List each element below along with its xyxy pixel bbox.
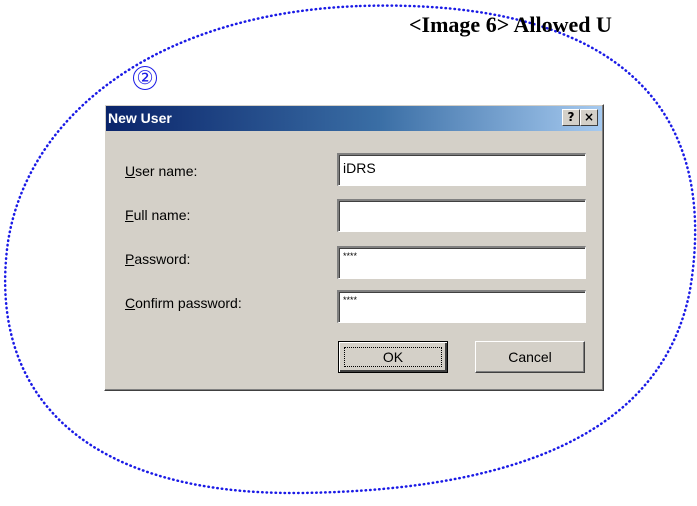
ok-button[interactable]: OK xyxy=(338,341,448,373)
full-name-label: Full name: xyxy=(125,207,190,223)
figure-caption: <Image 6> Allowed U xyxy=(409,12,612,37)
full-name-input[interactable] xyxy=(337,199,586,232)
close-button[interactable]: × xyxy=(580,109,598,126)
new-user-dialog: New User ? × User name: iDRS Full name: … xyxy=(104,104,604,391)
ok-button-label: OK xyxy=(382,349,404,365)
confirm-password-input[interactable]: **** xyxy=(337,290,586,323)
confirm-password-label-accesskey: C xyxy=(125,295,136,311)
user-name-input[interactable]: iDRS xyxy=(337,153,586,186)
confirm-password-label: Confirm password: xyxy=(125,295,242,311)
full-name-label-text: ull name: xyxy=(133,207,191,223)
step-marker: ② xyxy=(133,66,157,90)
cancel-button[interactable]: Cancel xyxy=(475,341,585,373)
password-label-text: assword: xyxy=(134,251,191,267)
confirm-password-label-text: onfirm password: xyxy=(135,295,242,311)
help-button[interactable]: ? xyxy=(562,109,580,126)
dialog-titlebar[interactable]: New User ? × xyxy=(106,106,602,131)
cancel-button-label: Cancel xyxy=(508,349,552,365)
user-name-label-accesskey: U xyxy=(125,163,136,179)
full-name-label-accesskey: F xyxy=(125,207,134,223)
user-name-label: User name: xyxy=(125,163,197,179)
dialog-title: New User xyxy=(108,110,172,126)
password-input[interactable]: **** xyxy=(337,246,586,279)
user-name-label-text: ser name: xyxy=(135,163,198,179)
password-label: Password: xyxy=(125,251,190,267)
password-label-accesskey: P xyxy=(125,251,135,267)
